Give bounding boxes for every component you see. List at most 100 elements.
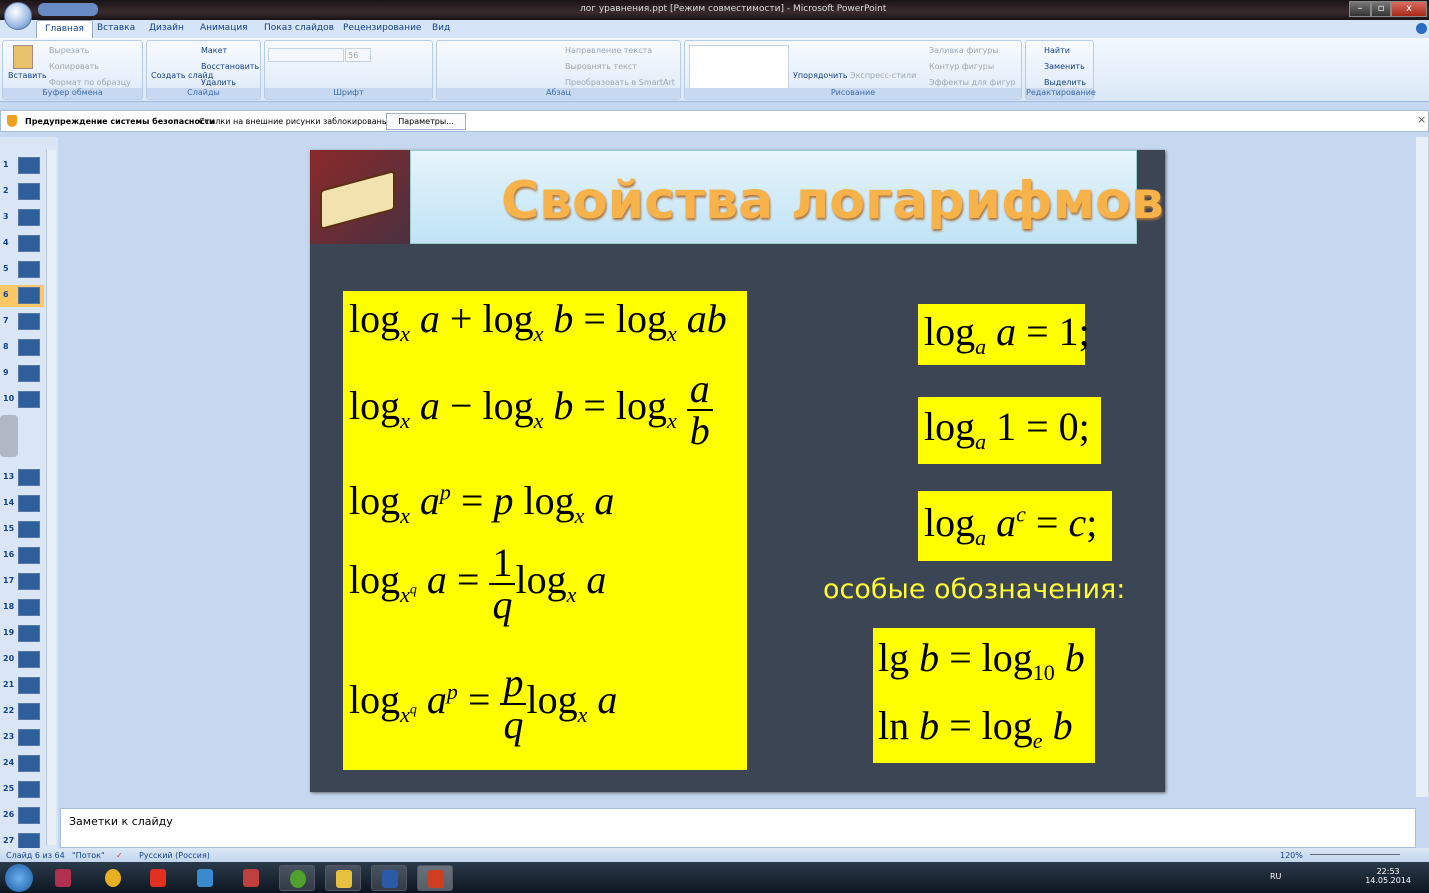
slide-number: 8 xyxy=(3,342,9,351)
slide-thumbnail[interactable]: 2 xyxy=(0,181,44,203)
zoom-level[interactable]: 120% xyxy=(1280,851,1303,860)
copy-button[interactable]: Копировать xyxy=(49,62,99,71)
slide-thumbnail[interactable]: 26 xyxy=(0,805,44,827)
slide-number: 6 xyxy=(3,290,9,299)
slide-number: 9 xyxy=(3,368,9,377)
thumbnail-image xyxy=(18,261,40,278)
word-icon[interactable] xyxy=(371,865,407,891)
slide-number: 13 xyxy=(3,472,15,481)
audio-app-icon[interactable] xyxy=(187,865,223,891)
slide-thumbnail[interactable]: 20 xyxy=(0,649,44,671)
tab-insert[interactable]: Вставка xyxy=(97,23,135,33)
shapes-gallery[interactable] xyxy=(689,45,789,89)
clock[interactable]: 22:53 14.05.2014 xyxy=(1365,867,1411,885)
slide-thumbnail[interactable]: 23 xyxy=(0,727,44,749)
help-icon[interactable] xyxy=(1416,23,1427,34)
tab-design[interactable]: Дизайн xyxy=(149,23,184,33)
close-bar-icon[interactable]: × xyxy=(1417,113,1426,126)
align-text-button[interactable]: Выровнять текст xyxy=(565,62,637,71)
slide-thumbnail[interactable]: 24 xyxy=(0,753,44,775)
formula-5: logxq ap = p q logx a xyxy=(349,660,618,747)
chrome-icon[interactable] xyxy=(95,865,131,891)
text-direction-button[interactable]: Направление текста xyxy=(565,46,652,55)
explorer-icon[interactable] xyxy=(325,865,361,891)
slide-scrollbar[interactable] xyxy=(1416,137,1428,797)
delete-button[interactable]: Удалить xyxy=(201,78,236,87)
slide-thumbnail[interactable]: 15 xyxy=(0,519,44,541)
format-painter-button[interactable]: Формат по образцу xyxy=(49,78,131,87)
arrange-button[interactable]: Упорядочить xyxy=(793,71,848,80)
smartart-button[interactable]: Преобразовать в SmartArt xyxy=(565,78,675,87)
select-button[interactable]: Выделить xyxy=(1044,78,1086,87)
layout-button[interactable]: Макет xyxy=(201,46,227,55)
maximize-button[interactable]: ▫ xyxy=(1371,1,1391,17)
language-indicator[interactable]: RU xyxy=(1270,872,1281,881)
cut-button[interactable]: Вырезать xyxy=(49,46,89,55)
start-button[interactable] xyxy=(5,864,33,892)
zoom-slider[interactable] xyxy=(1310,854,1400,855)
tab-home[interactable]: Главная xyxy=(36,20,93,38)
slide-number: 17 xyxy=(3,576,15,585)
ribbon-tabs: Главная Вставка Дизайн Анимация Показ сл… xyxy=(0,20,1429,38)
options-button[interactable]: Параметры... xyxy=(386,113,466,130)
slide-thumbnail[interactable]: 9 xyxy=(0,363,44,385)
tab-review[interactable]: Рецензирование xyxy=(343,23,421,33)
slide-thumbnail[interactable]: 7 xyxy=(0,311,44,333)
shape-fill-button[interactable]: Заливка фигуры xyxy=(929,46,999,55)
slide-thumbnail[interactable]: 21 xyxy=(0,675,44,697)
tab-animation[interactable]: Анимация xyxy=(200,23,248,33)
slide-thumbnail[interactable]: 25 xyxy=(0,779,44,801)
tool-app-icon[interactable] xyxy=(233,865,269,891)
slide-thumbnail[interactable]: 4 xyxy=(0,233,44,255)
slide-thumbnail[interactable]: 3 xyxy=(0,207,44,229)
yandex-icon[interactable] xyxy=(140,865,176,891)
formula-box-r1: loga a = 1; xyxy=(918,304,1090,365)
notes-pane[interactable]: Заметки к слайду xyxy=(60,808,1416,848)
slide-thumbnail[interactable]: 10 xyxy=(0,389,44,411)
title-bar: лог уравнения.ppt [Режим совместимости] … xyxy=(0,0,1429,20)
quick-access-toolbar[interactable] xyxy=(38,3,98,16)
minimize-button[interactable]: – xyxy=(1349,1,1371,17)
access-app-icon[interactable] xyxy=(45,865,81,891)
slide-thumbnail[interactable]: 22 xyxy=(0,701,44,723)
spellcheck-icon[interactable]: ✓ xyxy=(116,851,123,860)
tab-slideshow[interactable]: Показ слайдов xyxy=(264,23,334,33)
utorrent-icon[interactable] xyxy=(279,865,315,891)
replace-button[interactable]: Заменить xyxy=(1044,62,1085,71)
slide-thumbnail[interactable]: 1 xyxy=(0,155,44,177)
powerpoint-icon[interactable] xyxy=(417,865,453,891)
thumbnail-image xyxy=(18,625,40,642)
font-group: 56 Шрифт xyxy=(264,40,433,100)
slide-thumbnail[interactable]: 14 xyxy=(0,493,44,515)
formula-box-r2: loga 1 = 0; xyxy=(918,397,1101,464)
font-size-select[interactable]: 56 xyxy=(345,48,371,62)
time: 22:53 xyxy=(1376,867,1400,876)
font-name-select[interactable] xyxy=(268,48,344,62)
notes-placeholder: Заметки к слайду xyxy=(69,815,173,828)
office-button[interactable] xyxy=(4,2,32,30)
close-button[interactable]: x xyxy=(1391,1,1427,17)
slide-thumbnail[interactable]: 5 xyxy=(0,259,44,281)
language[interactable]: Русский (Россия) xyxy=(139,851,210,860)
scroll-widget[interactable] xyxy=(0,415,18,457)
shape-effects-button[interactable]: Эффекты для фигур xyxy=(929,78,1016,87)
thumbnail-image xyxy=(18,807,40,824)
slide-thumbnail[interactable]: 6 xyxy=(0,285,44,307)
shape-outline-button[interactable]: Контур фигуры xyxy=(929,62,994,71)
slide-thumbnail[interactable]: 17 xyxy=(0,571,44,593)
thumbnail-scrollbar[interactable] xyxy=(46,150,56,845)
tab-view[interactable]: Вид xyxy=(432,23,450,33)
formula-box-r3: loga ac = c; xyxy=(918,491,1112,561)
security-warning-bar: Предупреждение системы безопасности Ссыл… xyxy=(0,110,1429,132)
find-button[interactable]: Найти xyxy=(1044,46,1070,55)
reset-button[interactable]: Восстановить xyxy=(201,62,259,71)
paste-button[interactable]: Вставить xyxy=(8,71,47,80)
quick-styles-button[interactable]: Экспресс-стили xyxy=(850,71,916,80)
slide-thumbnail[interactable]: 19 xyxy=(0,623,44,645)
formula-box-special: lg b = log10 b ln b = loge b xyxy=(873,628,1095,763)
slide-thumbnail[interactable]: 16 xyxy=(0,545,44,567)
slide-thumbnail[interactable]: 18 xyxy=(0,597,44,619)
thumbnail-image xyxy=(18,729,40,746)
slide-thumbnail[interactable]: 8 xyxy=(0,337,44,359)
slide-thumbnail[interactable]: 13 xyxy=(0,467,44,489)
